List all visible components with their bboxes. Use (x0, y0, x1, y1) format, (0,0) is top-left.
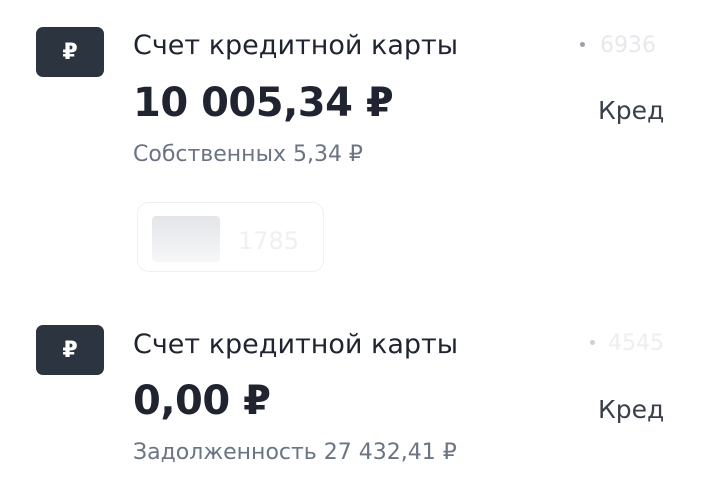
card-last-digits: 1785 (238, 227, 300, 255)
account-title: Счет кредитной карты (133, 329, 459, 360)
account-balance: 10 005,34 ₽ (133, 80, 394, 126)
credit-card-account-1[interactable]: ₽ Счет кредитной карты 10 005,34 ₽ Собст… (0, 0, 704, 290)
card-chip[interactable]: 1785 (137, 202, 324, 272)
next-account-type[interactable]: Кред (598, 395, 664, 424)
next-account-number: 4545 (608, 331, 664, 356)
next-account-number: 6936 (600, 33, 656, 58)
debt-label: Задолженность 27 432,41 ₽ (133, 440, 457, 465)
accounts-page: ₽ Счет кредитной карты 10 005,34 ₽ Собст… (0, 0, 704, 484)
credit-card-account-2[interactable]: ₽ Счет кредитной карты 0,00 ₽ Задолженно… (0, 300, 704, 484)
own-funds-label: Собственных 5,34 ₽ (133, 142, 363, 167)
ruble-icon: ₽ (36, 325, 104, 375)
account-balance: 0,00 ₽ (133, 378, 271, 424)
card-thumbnail (152, 216, 220, 262)
next-account-type[interactable]: Кред (598, 96, 664, 125)
dot-icon (580, 42, 585, 47)
ruble-icon: ₽ (36, 27, 104, 77)
dot-icon (590, 340, 595, 345)
account-title: Счет кредитной карты (133, 30, 459, 61)
